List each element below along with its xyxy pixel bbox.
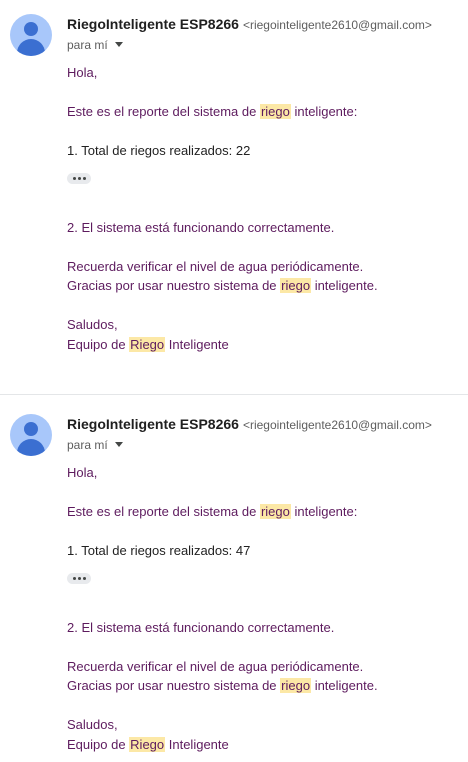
signature: Equipo de Riego Inteligente — [67, 737, 229, 752]
search-highlight: riego — [259, 504, 291, 519]
greeting: Hola, — [67, 65, 98, 80]
closing: Saludos, — [67, 717, 118, 732]
sender-avatar[interactable] — [10, 14, 52, 56]
system-status: 2. El sistema está funcionando correctam… — [67, 220, 335, 235]
show-trimmed-content-button[interactable] — [67, 573, 91, 584]
signature: Equipo de Riego Inteligente — [67, 337, 229, 352]
total-irrigations: 1. Total de riegos realizados: 47 — [67, 543, 251, 558]
sender-name[interactable]: RiegoInteligente ESP8266 — [67, 16, 239, 32]
recipient-label: para mí — [67, 438, 108, 452]
thanks-line: Gracias por usar nuestro sistema de rieg… — [67, 678, 378, 693]
greeting: Hola, — [67, 465, 98, 480]
sender-line: RiegoInteligente ESP8266 <riegointeligent… — [67, 416, 432, 434]
message-divider — [0, 394, 468, 395]
search-highlight: Riego — [129, 337, 166, 352]
recipient-label: para mí — [67, 38, 108, 52]
search-highlight: riego — [259, 104, 291, 119]
show-trimmed-content-button[interactable] — [67, 173, 91, 184]
sender-name[interactable]: RiegoInteligente ESP8266 — [67, 416, 239, 432]
search-highlight: riego — [280, 678, 312, 693]
thanks-line: Gracias por usar nuestro sistema de rieg… — [67, 278, 378, 293]
recipient-line: para mí — [67, 38, 123, 52]
person-avatar-icon — [24, 422, 38, 436]
closing: Saludos, — [67, 317, 118, 332]
sender-avatar[interactable] — [10, 414, 52, 456]
sender-email: <riegointeligente2610@gmail.com> — [242, 18, 432, 32]
report-intro: Este es el reporte del sistema de riego … — [67, 504, 358, 519]
search-highlight: Riego — [129, 737, 166, 752]
person-avatar-icon — [24, 22, 38, 36]
reminder: Recuerda verificar el nivel de agua peri… — [67, 659, 364, 674]
reminder: Recuerda verificar el nivel de agua peri… — [67, 259, 364, 274]
report-intro: Este es el reporte del sistema de riego … — [67, 104, 358, 119]
more-horiz-icon — [73, 177, 76, 180]
system-status: 2. El sistema está funcionando correctam… — [67, 620, 335, 635]
sender-line: RiegoInteligente ESP8266 <riegointeligent… — [67, 16, 432, 34]
search-highlight: riego — [280, 278, 312, 293]
more-horiz-icon — [73, 577, 76, 580]
sender-email: <riegointeligente2610@gmail.com> — [242, 418, 432, 432]
chevron-down-icon[interactable] — [114, 42, 123, 47]
chevron-down-icon[interactable] — [114, 442, 123, 447]
total-irrigations: 1. Total de riegos realizados: 22 — [67, 143, 251, 158]
recipient-line: para mí — [67, 438, 123, 452]
